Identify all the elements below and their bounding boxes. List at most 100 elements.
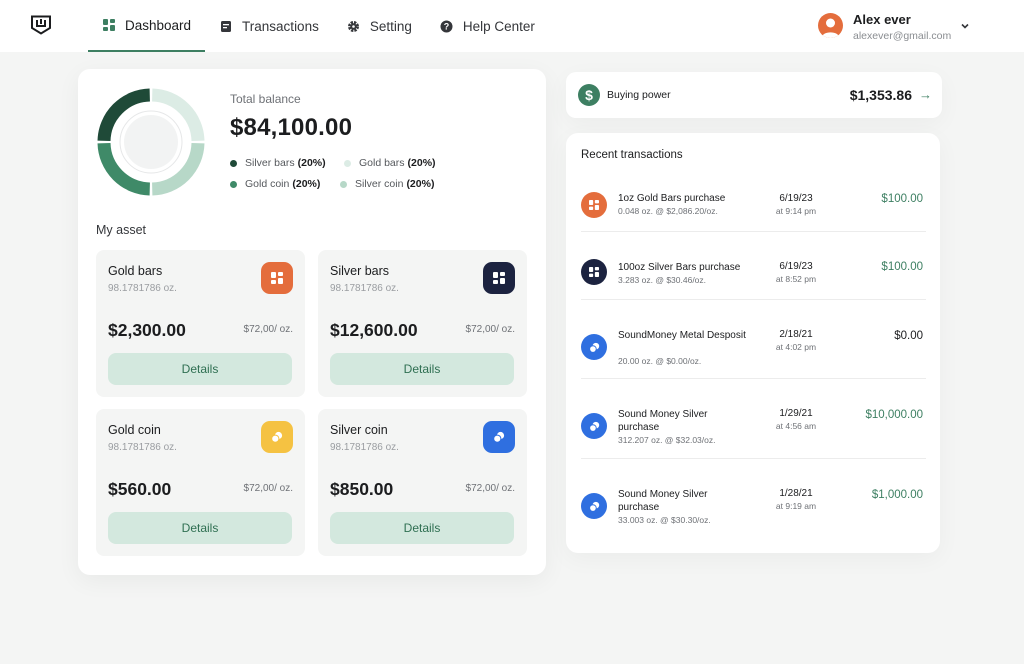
legend-label: Silver bars [245,157,295,169]
avatar [818,13,843,38]
transaction-amount: $1,000.00 [871,489,923,501]
asset-card-price: $72,00/ oz. [465,324,515,335]
legend-dot [344,159,351,167]
transaction-date: 2/18/21 [779,329,813,340]
my-asset-title: My asset [96,223,147,237]
transaction-row[interactable]: SoundMoney Metal Desposit 20.00 oz. @ $0… [581,300,926,379]
transaction-detail: 0.048 oz. @ $2,086.20/oz. [618,206,718,216]
buying-power-value: $1,353.86 [849,87,912,103]
nav-help-center[interactable]: ? Help Center [426,0,549,52]
legend-pct: (20%) [406,178,435,190]
details-button[interactable]: Details [330,353,514,385]
legend-label: Gold bars [359,157,405,169]
transaction-time: at 9:14 pm [775,206,817,216]
chevron-down-icon[interactable] [960,18,970,29]
asset-card-qty: 98.1781786 oz. [108,283,177,294]
user-email: alexever@gmail.com [853,30,952,42]
transaction-name: Sound Money Silver purchase [618,409,708,433]
user-name: Alex ever [853,12,911,27]
transaction-row[interactable]: 100oz Silver Bars purchase 3.283 oz. @ $… [581,232,926,300]
user-menu[interactable]: Alex ever alexever@gmail.com [818,12,978,42]
donut-svg [97,88,205,196]
app-logo-icon[interactable] [30,15,52,35]
asset-card-qty: 98.1781786 oz. [108,442,177,453]
legend-pct: (20%) [297,157,326,169]
transaction-date: 1/29/21 [779,408,813,419]
svg-text:?: ? [444,21,450,31]
dashboard-icon [102,18,116,32]
asset-card-title: Silver coin [330,423,388,437]
asset-card-title: Silver bars [330,264,390,278]
legend-item-gold-bars: Gold bars (20%) [344,157,436,169]
main-nav: Dashboard Transactions Setting ? Help Ce… [88,0,549,52]
asset-card-value: $560.00 [108,479,172,499]
balance-donut-chart [96,87,206,197]
transaction-name: Sound Money Silver purchase [618,489,708,513]
transaction-amount: $100.00 [881,261,923,273]
nav-transactions-label: Transactions [242,18,319,34]
total-balance-label: Total balance [230,92,301,106]
transaction-amount: $10,000.00 [865,409,923,421]
legend-pct: (20%) [407,157,436,169]
transaction-detail: 312.207 oz. @ $32.03/oz. [618,435,716,445]
transaction-date: 6/19/23 [779,193,813,204]
asset-card-qty: 98.1781786 oz. [330,283,399,294]
coin-icon [581,413,607,439]
legend-label: Silver coin [355,178,404,190]
transaction-time: at 9:19 am [775,501,817,511]
transaction-detail: 33.003 oz. @ $30.30/oz. [618,515,711,525]
gear-icon [347,19,361,33]
coin-icon [581,334,607,360]
transaction-name: 100oz Silver Bars purchase [618,262,741,273]
bars-icon [581,259,607,285]
transaction-time: at 4:56 am [775,421,817,431]
transaction-amount: $100.00 [881,193,923,205]
arrow-right-icon[interactable]: → [919,87,932,102]
legend-pct: (20%) [292,178,321,190]
help-icon: ? [440,19,454,33]
transaction-name: 1oz Gold Bars purchase [618,193,726,204]
nav-dashboard[interactable]: Dashboard [88,0,206,52]
bars-icon [581,192,607,218]
asset-card-title: Gold coin [108,423,161,437]
transaction-name: SoundMoney Metal Desposit [618,330,746,341]
receipt-icon [219,19,233,33]
legend-item-gold-coin: Gold coin (20%) [230,178,320,190]
transaction-date: 6/19/23 [779,261,813,272]
asset-card-value: $850.00 [330,479,394,499]
legend-dot [230,159,237,167]
asset-card-silver-coin: Silver coin 98.1781786 oz. $850.00 $72,0… [318,409,527,556]
details-button[interactable]: Details [330,512,514,544]
asset-card-gold-bars: Gold bars 98.1781786 oz. $2,300.00 $72,0… [96,250,305,397]
details-button[interactable]: Details [108,512,292,544]
asset-card-gold-coin: Gold coin 98.1781786 oz. $560.00 $72,00/… [96,409,305,556]
details-button[interactable]: Details [108,353,292,385]
transaction-detail: 20.00 oz. @ $0.00/oz. [618,356,702,366]
transaction-row[interactable]: Sound Money Silver purchase 312.207 oz. … [581,379,926,459]
top-bar: Dashboard Transactions Setting ? Help Ce… [0,0,1024,52]
transaction-row[interactable]: Sound Money Silver purchase 33.003 oz. @… [581,459,926,539]
bars-icon [483,262,515,294]
asset-card-title: Gold bars [108,264,163,278]
nav-transactions[interactable]: Transactions [205,0,333,52]
transaction-detail: 3.283 oz. @ $30.46/oz. [618,275,707,285]
asset-card-price: $72,00/ oz. [465,483,515,494]
recent-transactions-panel: Recent transactions 1oz Gold Bars purcha… [566,133,940,553]
asset-card-silver-bars: Silver bars 98.1781786 oz. $12,600.00 $7… [318,250,527,397]
transaction-row[interactable]: 1oz Gold Bars purchase 0.048 oz. @ $2,08… [581,173,926,232]
asset-card-price: $72,00/ oz. [243,483,293,494]
transaction-date: 1/28/21 [779,488,813,499]
asset-card-price: $72,00/ oz. [243,324,293,335]
buying-power-card[interactable]: $ Buying power $1,353.86 → [566,72,942,118]
nav-setting[interactable]: Setting [333,0,426,52]
asset-card-value: $12,600.00 [330,320,418,340]
asset-card-qty: 98.1781786 oz. [330,442,399,453]
recent-transactions-title: Recent transactions [581,149,683,161]
legend-dot [340,180,347,188]
nav-dashboard-label: Dashboard [125,17,192,33]
legend-item-silver-coin: Silver coin (20%) [340,178,434,190]
transaction-time: at 4:02 pm [775,342,817,352]
nav-setting-label: Setting [369,18,412,34]
transaction-time: at 8:52 pm [775,274,817,284]
nav-help-center-label: Help Center [462,18,535,34]
